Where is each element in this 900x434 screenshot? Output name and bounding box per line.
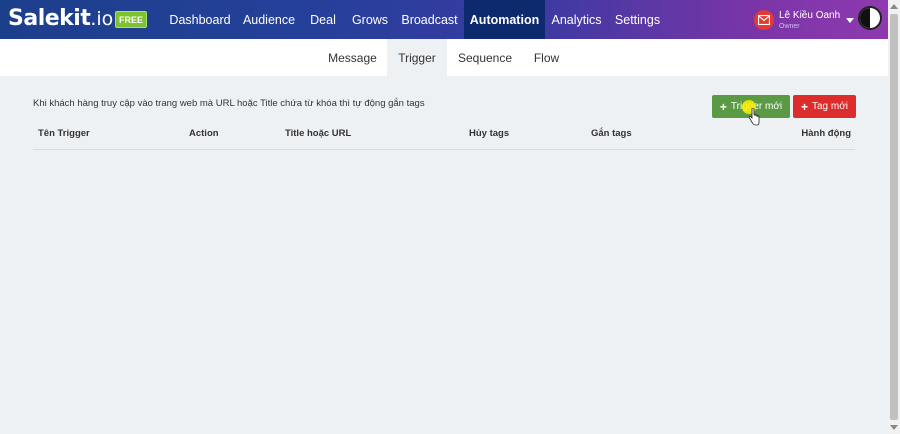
plus-icon: + [719, 99, 727, 114]
col-add-tags[interactable]: Gắn tags [591, 128, 632, 139]
plan-badge: FREE [115, 11, 147, 28]
new-tag-button[interactable]: + Tag mới [793, 95, 856, 118]
trigger-description: Khi khách hàng truy cập vào trang web mà… [33, 98, 425, 109]
scroll-down-icon[interactable] [890, 425, 898, 430]
trigger-table-header: Tên Trigger Action Title hoặc URL Hủy ta… [33, 120, 855, 150]
col-title-or-url[interactable]: Title hoặc URL [285, 128, 351, 139]
nav-settings[interactable]: Settings [608, 0, 667, 39]
nav-dashboard[interactable]: Dashboard [163, 0, 237, 39]
plus-icon: + [800, 99, 808, 114]
tab-message[interactable]: Message [318, 39, 387, 76]
nav-grows[interactable]: Grows [345, 0, 395, 39]
avatar[interactable] [858, 6, 882, 30]
nav-analytics[interactable]: Analytics [545, 0, 608, 39]
col-remove-tags[interactable]: Hủy tags [469, 128, 509, 139]
user-name: Lê Kiều Oanh [779, 9, 841, 21]
top-navbar: Salekit .io FREE Dashboard Audience Deal… [0, 0, 888, 39]
tab-sequence[interactable]: Sequence [447, 39, 523, 76]
user-menu[interactable]: Lê Kiều Oanh Owner [754, 6, 855, 34]
scroll-up-icon[interactable] [890, 4, 898, 9]
automation-subtabs: Message Trigger Sequence Flow [0, 39, 888, 76]
nav-audience[interactable]: Audience [237, 0, 301, 39]
nav-automation[interactable]: Automation [464, 0, 545, 39]
col-action[interactable]: Action [189, 128, 219, 139]
col-actions[interactable]: Hành động [801, 128, 851, 139]
hand-cursor-icon [748, 108, 760, 126]
user-info: Lê Kiều Oanh Owner [779, 9, 841, 30]
chevron-down-icon [846, 17, 855, 23]
new-tag-label: Tag mới [812, 101, 849, 112]
brand-logo[interactable]: Salekit .io [8, 6, 113, 34]
tab-flow[interactable]: Flow [523, 39, 570, 76]
nav-deal[interactable]: Deal [301, 0, 345, 39]
tab-trigger[interactable]: Trigger [387, 39, 447, 76]
nav-broadcast[interactable]: Broadcast [395, 0, 464, 39]
brand-name: Salekit [8, 6, 91, 31]
col-trigger-name[interactable]: Tên Trigger [38, 128, 90, 139]
scroll-thumb[interactable] [890, 14, 898, 420]
page-scrollbar[interactable] [888, 0, 900, 434]
user-role: Owner [779, 22, 800, 30]
mail-icon [754, 10, 774, 30]
brand-suffix: .io [90, 8, 114, 30]
